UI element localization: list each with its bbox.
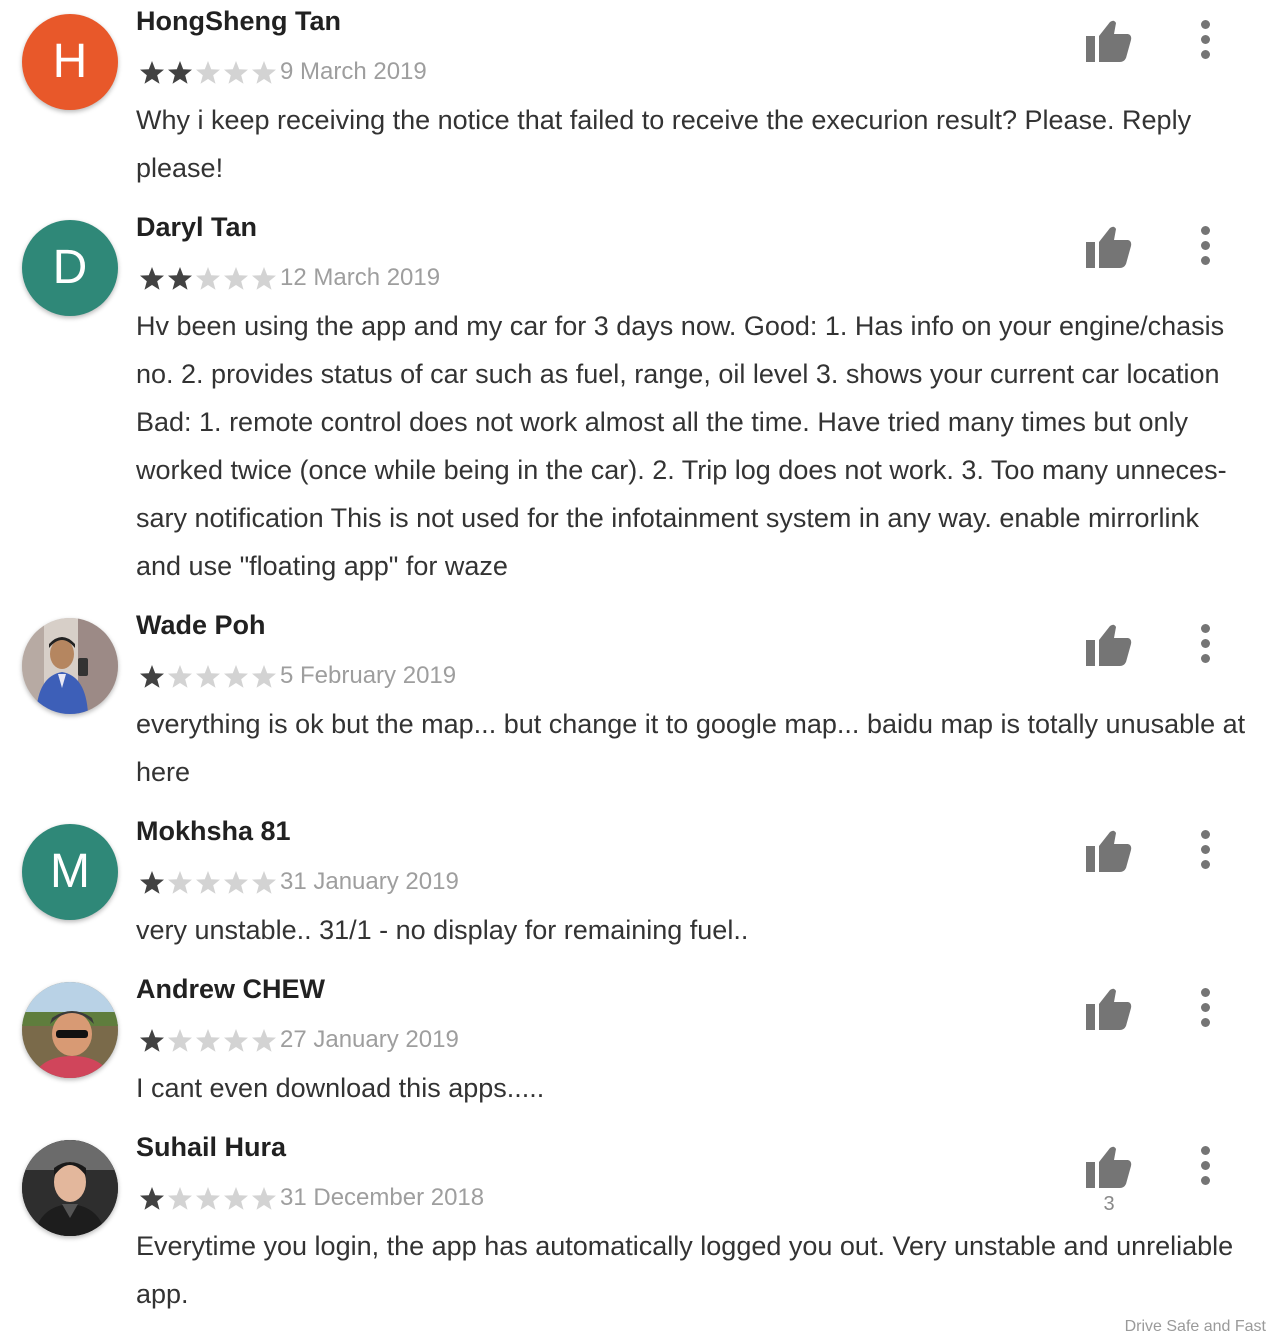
star-rating — [138, 869, 278, 895]
reviewer-name: Wade Poh — [136, 610, 266, 640]
star-empty-icon — [252, 1187, 276, 1210]
watermark: Drive Safe and Fast — [1124, 1318, 1266, 1335]
more-options-icon[interactable] — [1190, 224, 1220, 268]
review-date: 5 February 2019 — [280, 662, 457, 689]
star-empty-icon — [168, 871, 192, 894]
reviewer-name: Suhail Hura — [136, 1132, 287, 1162]
star-rating — [138, 663, 278, 689]
review-text: everything is ok but the map... but chan… — [136, 709, 1246, 787]
star-filled-icon — [140, 1187, 164, 1210]
star-empty-icon — [224, 61, 248, 84]
thumbs-up-icon[interactable] — [1084, 828, 1134, 874]
star-rating — [138, 59, 278, 85]
star-filled-icon — [140, 61, 164, 84]
avatar: H — [22, 14, 118, 110]
star-empty-icon — [196, 267, 220, 290]
star-empty-icon — [224, 1187, 248, 1210]
star-empty-icon — [252, 61, 276, 84]
star-filled-icon — [140, 1029, 164, 1052]
star-empty-icon — [252, 1029, 276, 1052]
reviewer-name: Andrew CHEW — [136, 974, 325, 1004]
thumbs-up-icon[interactable] — [1084, 18, 1134, 64]
star-empty-icon — [224, 267, 248, 290]
star-filled-icon — [168, 61, 192, 84]
more-options-icon[interactable] — [1190, 1144, 1220, 1188]
review-date: 27 January 2019 — [280, 1026, 459, 1053]
more-options-icon[interactable] — [1190, 622, 1220, 666]
review-text: very unstable.. 31/1 - no display for re… — [136, 915, 749, 945]
avatar — [22, 1140, 118, 1236]
star-filled-icon — [168, 267, 192, 290]
reviewer-name: Daryl Tan — [136, 212, 258, 242]
avatar: D — [22, 220, 118, 316]
star-empty-icon — [224, 665, 248, 688]
star-empty-icon — [196, 1029, 220, 1052]
review-text: Hv been using the app and my car for 3 d… — [136, 311, 1227, 581]
star-rating — [138, 1185, 278, 1211]
star-empty-icon — [196, 871, 220, 894]
thumbs-up-icon[interactable] — [1084, 622, 1134, 668]
avatar — [22, 618, 118, 714]
helpful-count: 3 — [1103, 1193, 1115, 1215]
star-empty-icon — [224, 1029, 248, 1052]
star-rating — [138, 1027, 278, 1053]
rating-row: 12 March 2019 — [138, 260, 440, 296]
rating-row: 5 February 2019 — [138, 658, 456, 694]
more-options-icon[interactable] — [1190, 828, 1220, 872]
star-empty-icon — [168, 665, 192, 688]
star-empty-icon — [224, 871, 248, 894]
reviewer-name: HongSheng Tan — [136, 6, 341, 36]
review-date: 12 March 2019 — [280, 264, 441, 291]
more-options-icon[interactable] — [1190, 986, 1220, 1030]
avatar — [22, 982, 118, 1078]
star-empty-icon — [252, 665, 276, 688]
star-filled-icon — [140, 871, 164, 894]
more-options-icon[interactable] — [1190, 18, 1220, 62]
review-date: 31 December 2018 — [280, 1184, 485, 1211]
thumbs-up-icon[interactable] — [1084, 1144, 1134, 1190]
review-date: 31 January 2019 — [280, 868, 459, 895]
review-text: Everytime you login, the app has automat… — [136, 1231, 1234, 1309]
rating-row: 27 January 2019 — [138, 1022, 459, 1058]
star-empty-icon — [196, 665, 220, 688]
reviewer-name: Mokhsha 81 — [136, 816, 291, 846]
rating-row: 31 December 2018 — [138, 1180, 484, 1216]
star-empty-icon — [168, 1029, 192, 1052]
thumbs-up-icon[interactable] — [1084, 986, 1134, 1032]
review-text: I cant even download this apps..... — [136, 1073, 545, 1103]
star-empty-icon — [196, 61, 220, 84]
thumbs-up-icon[interactable] — [1084, 224, 1134, 270]
rating-row: 31 January 2019 — [138, 864, 459, 900]
star-empty-icon — [252, 267, 276, 290]
star-rating — [138, 265, 278, 291]
review-text: Why i keep receiving the notice that fai… — [136, 105, 1192, 183]
star-empty-icon — [168, 1187, 192, 1210]
star-empty-icon — [196, 1187, 220, 1210]
star-filled-icon — [140, 267, 164, 290]
review-date: 9 March 2019 — [280, 58, 427, 85]
avatar: M — [22, 824, 118, 920]
star-filled-icon — [140, 665, 164, 688]
rating-row: 9 March 2019 — [138, 54, 427, 90]
star-empty-icon — [252, 871, 276, 894]
